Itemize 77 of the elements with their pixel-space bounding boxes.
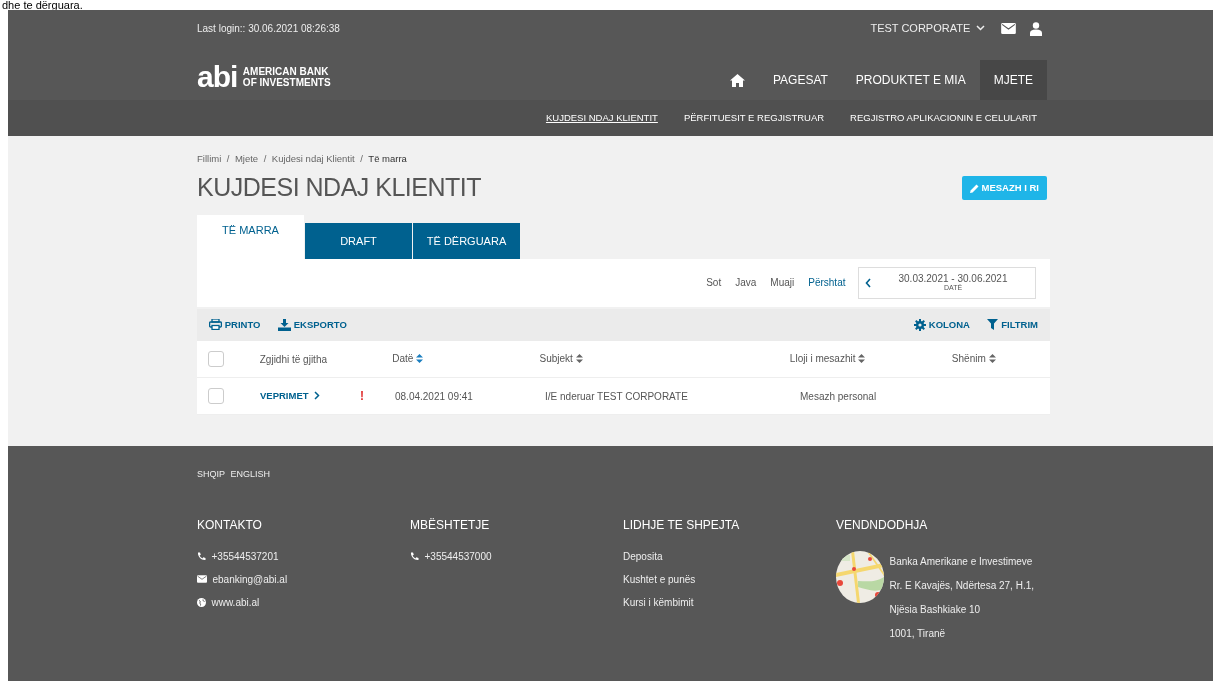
company-dropdown[interactable]: TEST CORPORATE [870,19,985,37]
columns-button[interactable]: KOLONA [908,317,976,332]
tab[interactable]: DRAFT [305,222,412,259]
actions-link[interactable]: VEPRIMET [260,388,321,403]
sort-icon [988,354,996,364]
subnav-link[interactable]: KUJDESI NDAJ KLIENTIT [532,110,671,126]
address-line: 1001, Tiranë [889,626,947,641]
phone-number: +35544537201 [211,549,279,564]
language-link[interactable]: SHQIP [197,468,225,482]
print-button[interactable]: PRINTO [203,317,267,332]
globe-icon [197,597,206,607]
breadcrumb-separator: / [226,152,230,166]
logo[interactable]: abi [197,62,238,92]
column-header[interactable]: Subjekt [539,351,573,367]
chevron-down-icon [975,25,985,31]
checkbox[interactable] [208,387,224,404]
period-filter[interactable]: Përshtat [801,275,853,291]
period-filter[interactable]: Java [728,275,764,291]
printer-icon [209,319,222,331]
home-icon [729,73,745,87]
table-cell: Mesazh personal [800,390,877,402]
language-link[interactable]: ENGLISH [230,468,271,482]
flag-mark: ! [360,388,364,403]
footer-heading: VENDNDODHJA [836,516,929,534]
sort-icon [416,354,424,364]
period-filter[interactable]: Muaji [763,275,802,291]
nav-item[interactable]: MJETE [979,60,1047,100]
bank-name: AMERICAN BANK OF INVESTMENTS [242,66,331,88]
tab[interactable]: TË DËRGUARA [413,222,520,259]
email-link[interactable]: ebanking@abi.al [212,571,288,587]
tab[interactable]: TË MARRA [197,214,304,259]
sort-icon [575,354,583,364]
mail-icon [197,575,207,583]
breadcrumb-separator: / [263,152,267,166]
user-icon[interactable] [1030,21,1042,36]
footer-link[interactable]: Kushtet e punës [623,571,696,587]
gear-icon [914,318,927,331]
footer-heading: LIDHJE TE SHPEJTA [623,516,741,534]
address-line: Rr. E Kavajës, Ndërtesa 27, H.1, [889,578,1034,593]
nav-item[interactable]: PRODUKTET E MIA [841,60,980,100]
select-all-label[interactable]: Zgjidhi të gjitha [259,353,327,365]
address-line: Njësia Bashkiake 10 [889,602,982,617]
breadcrumb-link[interactable]: Kujdesi ndaj Klientit [271,152,355,167]
sort-icon [858,354,866,364]
download-icon [277,318,291,331]
pencil-icon [969,183,979,193]
column-header[interactable]: Shënim [951,351,986,367]
filter-button[interactable]: FILTRIM [981,317,1044,332]
breadcrumb-separator: / [360,152,363,166]
chevron-left-icon[interactable] [865,277,871,288]
table-cell: 08.04.2021 09:41 [395,390,473,402]
last-login-text: Last login:: 30.06.2021 08:26:38 [197,21,340,36]
date-range-field[interactable]: 30.03.2021 - 30.06.2021 [871,274,1035,285]
column-header[interactable]: Lloji i mesazhit [789,351,856,367]
column-header[interactable]: Datë [392,351,414,367]
website-link[interactable]: www.abi.al [211,594,260,610]
breadcrumb-link[interactable]: Mjete [234,152,259,167]
phone-number: +35544537000 [424,549,492,564]
subnav-link[interactable]: PËRFITUESIT E REGJISTRUAR [670,110,838,126]
checkbox[interactable] [208,350,224,367]
footer-heading: MBËSHTETJE [410,516,491,534]
subnav-link[interactable]: REGJISTRO APLIKACIONIN E CELULARIT [837,110,1050,126]
footer-link[interactable]: Deposita [623,548,663,564]
phone-icon [410,551,419,561]
period-filter[interactable]: Sot [699,275,729,291]
filter-icon [987,319,999,331]
breadcrumb-link[interactable]: Fillimi [197,152,222,167]
page-title: KUJDESI NDAJ KLIENTIT [197,172,481,204]
phone-icon [197,551,206,561]
mail-icon[interactable] [1001,23,1017,35]
footer-link[interactable]: Kursi i këmbimit [623,594,694,610]
footer-heading: KONTAKTO [197,516,263,534]
address-line: Banka Amerikane e Investimeve [889,554,1034,569]
export-button[interactable]: EKSPORTO [271,317,353,332]
chevron-right-icon [314,391,321,401]
nav-item[interactable]: PAGESAT [758,60,842,100]
table-cell: I/E nderuar TEST CORPORATE [545,390,688,402]
